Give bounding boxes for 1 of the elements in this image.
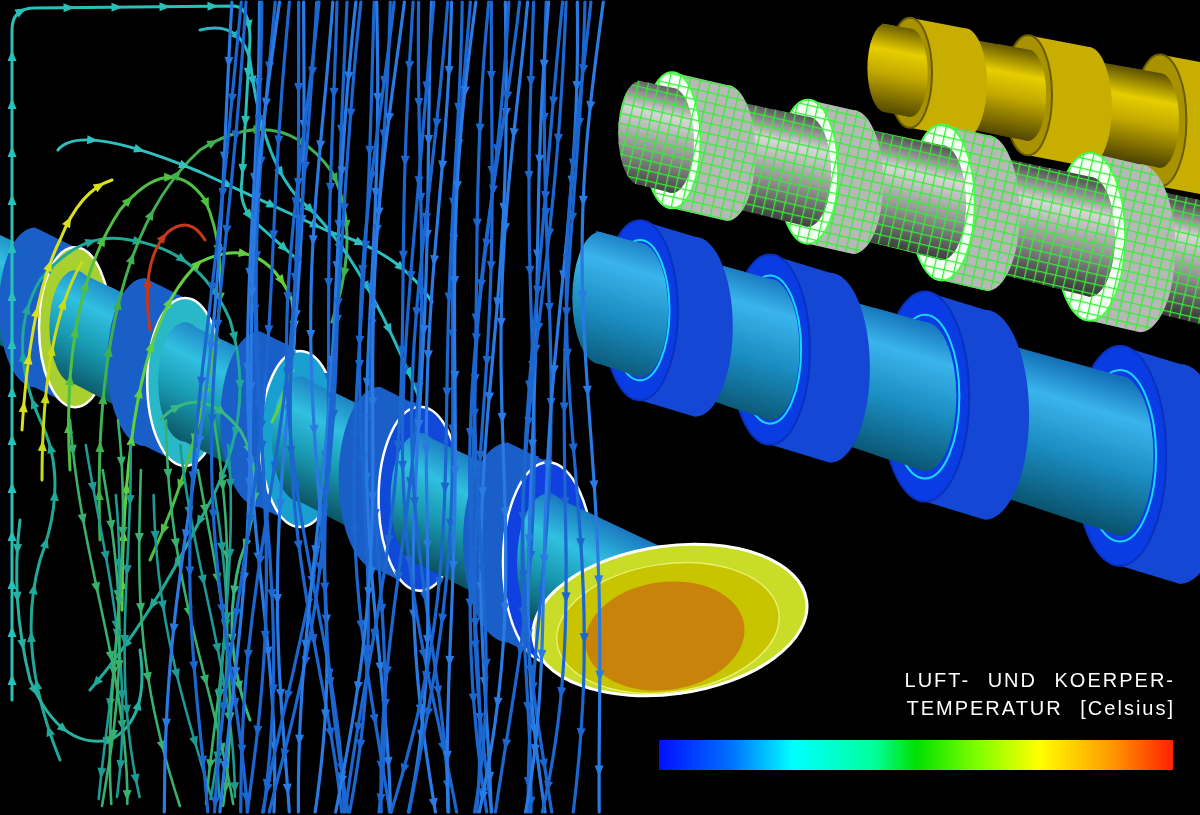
legend-title: LUFT- UND KOERPER- TEMPERATUR [Celsius] bbox=[904, 668, 1175, 721]
